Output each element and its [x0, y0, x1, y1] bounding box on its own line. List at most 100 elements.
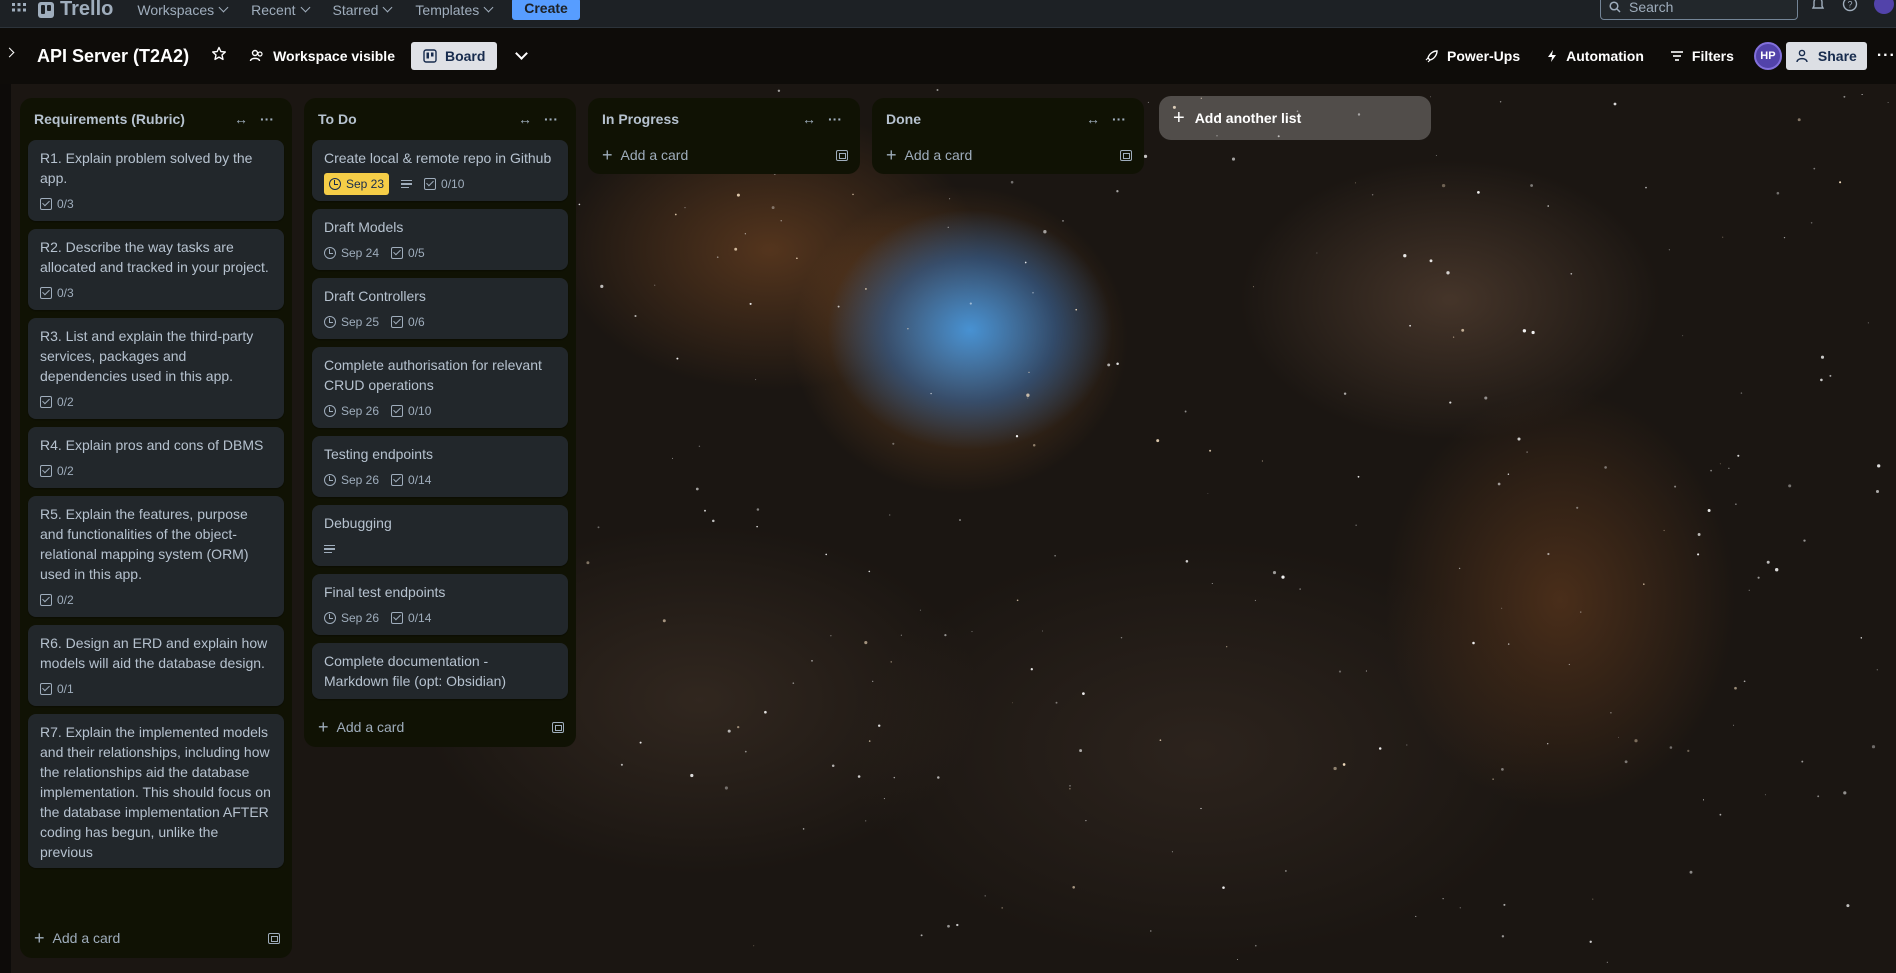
card[interactable]: R3. List and explain the third-party ser… [28, 318, 284, 419]
collapsed-sidebar[interactable] [0, 84, 11, 973]
list-title[interactable]: Requirements (Rubric) [34, 111, 228, 127]
collapse-list-icon[interactable]: ↔ [228, 111, 254, 127]
star [1069, 785, 1071, 787]
add-card-label: Add a card [52, 930, 121, 946]
card[interactable]: R7. Explain the implemented models and t… [28, 714, 284, 868]
due-date-badge[interactable]: Sep 26 [324, 401, 379, 421]
card[interactable]: Draft Models Sep 24 0/5 [312, 209, 568, 270]
card[interactable]: Testing endpoints Sep 26 0/14 [312, 436, 568, 497]
add-another-list-button[interactable]: + Add another list [1159, 96, 1431, 140]
star [1477, 191, 1480, 194]
visibility-button[interactable]: Workspace visible [249, 48, 395, 64]
card-badges: 0/3 [40, 193, 272, 215]
card-template-icon[interactable] [268, 932, 280, 944]
sidebar-expand-icon[interactable] [4, 47, 15, 58]
list-title[interactable]: To Do [318, 111, 512, 127]
nav-workspaces[interactable]: Workspaces [125, 0, 239, 24]
nav-recent[interactable]: Recent [239, 0, 320, 24]
nav-templates[interactable]: Templates [403, 0, 504, 24]
star [1740, 392, 1743, 394]
card[interactable]: R1. Explain problem solved by the app. 0… [28, 140, 284, 221]
due-date-badge[interactable]: Sep 26 [324, 470, 379, 490]
card[interactable]: Final test endpoints Sep 26 0/14 [312, 574, 568, 635]
add-card-button[interactable]: + Add a card [318, 718, 552, 736]
trello-logo[interactable]: Trello [34, 0, 125, 24]
add-card-button[interactable]: + Add a card [886, 146, 1120, 164]
card[interactable]: Create local & remote repo in Github Sep… [312, 140, 568, 201]
star [1503, 903, 1506, 906]
list-title[interactable]: Done [886, 111, 1080, 127]
card[interactable]: R4. Explain pros and cons of DBMS 0/2 [28, 427, 284, 488]
nav-starred[interactable]: Starred [321, 0, 404, 24]
create-button[interactable]: Create [512, 0, 580, 20]
member-avatar[interactable]: HP [1753, 42, 1782, 70]
star [737, 725, 740, 729]
star [634, 314, 637, 318]
list-header: In Progress ↔ ··· [588, 98, 860, 140]
star [1429, 96, 1431, 98]
star [727, 729, 731, 733]
list-title[interactable]: In Progress [602, 111, 796, 127]
list-footer: + Add a card [588, 136, 860, 174]
star [825, 553, 828, 556]
collapse-list-icon[interactable]: ↔ [1080, 111, 1106, 127]
automation-button[interactable]: Automation [1546, 48, 1644, 64]
apps-icon[interactable] [0, 0, 34, 24]
search-input[interactable]: Search [1600, 0, 1798, 20]
due-date-badge[interactable]: Sep 26 [324, 608, 379, 628]
checklist-count: 0/2 [57, 464, 74, 478]
star-board-icon[interactable] [211, 46, 227, 67]
add-card-button[interactable]: + Add a card [34, 929, 268, 947]
card[interactable]: Debugging [312, 505, 568, 566]
help-icon[interactable]: ? [1842, 0, 1858, 12]
star [1507, 473, 1510, 476]
star [864, 641, 868, 645]
view-switcher-chevron-icon[interactable] [515, 47, 529, 60]
list-actions-icon[interactable]: ··· [822, 111, 848, 127]
star [1343, 392, 1347, 395]
account-avatar-icon[interactable] [1874, 0, 1894, 14]
list-actions-icon[interactable]: ··· [254, 111, 280, 127]
star [868, 740, 871, 742]
star [1461, 328, 1465, 332]
due-date-badge[interactable]: Sep 25 [324, 312, 379, 332]
add-card-button[interactable]: + Add a card [602, 146, 836, 164]
card[interactable]: Draft Controllers Sep 25 0/6 [312, 278, 568, 339]
card[interactable]: Complete documentation - Markdown file (… [312, 643, 568, 699]
filters-button[interactable]: Filters [1670, 48, 1734, 64]
card-template-icon[interactable] [552, 721, 564, 733]
due-date-badge[interactable]: Sep 23 [324, 173, 390, 195]
more-options-icon[interactable]: ··· [1877, 47, 1896, 65]
star [1674, 485, 1677, 488]
card-template-icon[interactable] [836, 149, 848, 161]
card[interactable]: Complete authorisation for relevant CRUD… [312, 347, 568, 428]
star [1027, 397, 1029, 399]
star [1403, 254, 1407, 258]
star [1409, 324, 1411, 327]
due-date-badge[interactable]: Sep 24 [324, 243, 379, 263]
star [1209, 449, 1212, 452]
list-actions-icon[interactable]: ··· [1106, 111, 1132, 127]
card[interactable]: R5. Explain the features, purpose and fu… [28, 496, 284, 617]
card[interactable]: R6. Design an ERD and explain how models… [28, 625, 284, 706]
share-button[interactable]: Share [1785, 42, 1867, 70]
star [984, 895, 986, 897]
star [1576, 506, 1579, 509]
star [1589, 940, 1592, 943]
card-template-icon[interactable] [1120, 149, 1132, 161]
collapse-list-icon[interactable]: ↔ [512, 111, 538, 127]
notifications-icon[interactable] [1810, 0, 1826, 12]
checklist-icon [391, 316, 404, 328]
star [1733, 724, 1735, 726]
nav-starred-label: Starred [332, 1, 379, 18]
board-title[interactable]: API Server (T2A2) [37, 46, 189, 67]
list-actions-icon[interactable]: ··· [538, 111, 564, 127]
card-title: Testing endpoints [324, 446, 433, 462]
card[interactable]: R2. Describe the way tasks are allocated… [28, 229, 284, 310]
power-ups-button[interactable]: Power-Ups [1425, 48, 1520, 64]
list-header: Requirements (Rubric) ↔ ··· [20, 98, 292, 140]
board-view-button[interactable]: Board [410, 42, 498, 70]
collapse-list-icon[interactable]: ↔ [796, 111, 822, 127]
star [1116, 362, 1119, 366]
star [1378, 747, 1382, 750]
